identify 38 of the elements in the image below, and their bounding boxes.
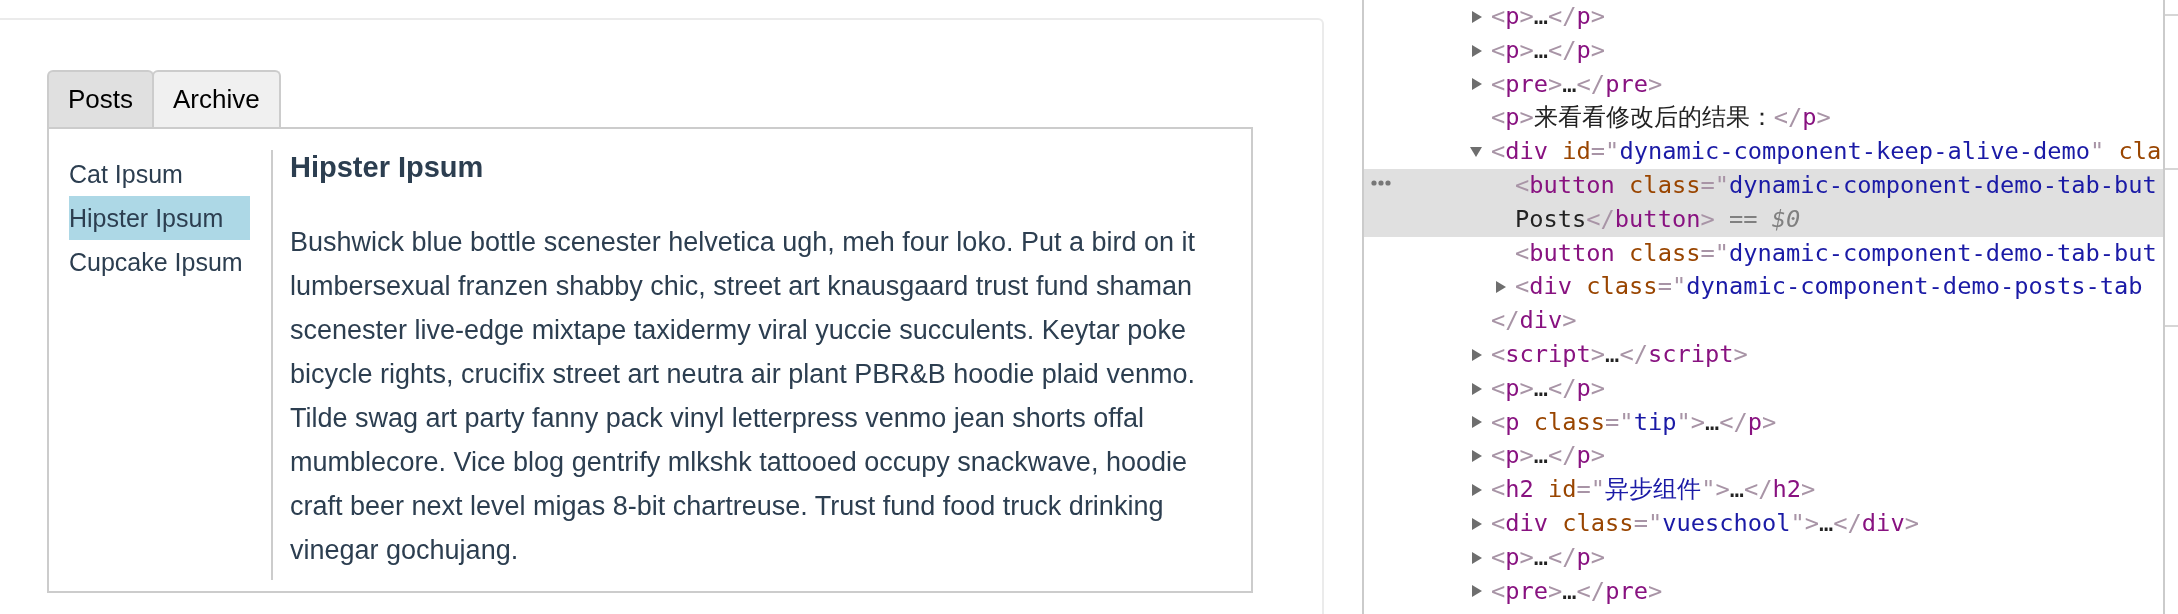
triangle-right-icon[interactable]	[1472, 10, 1482, 23]
dom-tree-node[interactable]: <div class="vueschool">…</div>	[1364, 506, 2163, 541]
more-dots-icon[interactable]	[1371, 180, 1391, 186]
triangle-right-icon[interactable]	[1472, 382, 1482, 395]
triangle-right-icon[interactable]	[1472, 517, 1482, 530]
triangle-right-icon[interactable]	[1472, 78, 1482, 91]
tab[interactable]: Archive	[152, 70, 281, 127]
post-title: Hipster Ipsum	[290, 150, 485, 185]
dom-tree-node[interactable]: <h2 id="异步组件">…</h2>	[1364, 473, 2163, 507]
dom-tree-node[interactable]: <button class="dynamic-component-demo-tab-but	[1364, 236, 2163, 271]
tab[interactable]: Posts	[47, 70, 155, 127]
post-list-item[interactable]: Cupcake Ipsum	[69, 240, 250, 284]
triangle-down-icon[interactable]	[1470, 147, 1482, 158]
dom-tree-node[interactable]: <p>…</p>	[1364, 33, 2163, 68]
triangle-right-icon[interactable]	[1472, 416, 1482, 429]
post-list-item[interactable]: Cat Ipsum	[69, 152, 250, 196]
dom-tree-node[interactable]: <p class="tip">…</p>	[1364, 405, 2163, 440]
dom-tree-node[interactable]: <div class="dynamic-component-demo-posts-tab	[1364, 270, 2163, 305]
triangle-right-icon[interactable]	[1472, 450, 1482, 463]
dom-tree-node[interactable]: <pre>…</pre>	[1364, 574, 2163, 609]
dom-tree-node[interactable]: <p>…</p>	[1364, 0, 2163, 34]
triangle-right-icon[interactable]	[1472, 551, 1482, 564]
closing-tag-line[interactable]: </div>	[1364, 304, 2163, 338]
triangle-right-icon[interactable]	[1472, 484, 1482, 497]
triangle-right-icon[interactable]	[1472, 585, 1482, 598]
dom-tree-node[interactable]: <button class="dynamic-component-demo-tab-but Posts</button> == $0	[1364, 169, 2163, 237]
dom-tree-node[interactable]: <pre>…</pre>	[1364, 67, 2163, 102]
triangle-right-icon[interactable]	[1472, 348, 1482, 361]
dom-tree-node[interactable]: <div id="dynamic-component-keep-alive-demo" cla	[1364, 135, 2163, 169]
dom-tree-node[interactable]: <script>…</script>	[1364, 337, 2163, 372]
dom-tree-node[interactable]: <p>…</p>	[1364, 371, 2163, 406]
triangle-right-icon[interactable]	[1472, 44, 1482, 57]
post-body: Bushwick blue bottle scenester helvetica ugh, meh four loko. Put a bird on it lumbersexual franzen shabby chic, street art knausgaard trust fund shaman scenester live-edge mixtape taxidermy viral yuccie succulents. Keytar poke bicycle rights, crucifix street art neutra air plant PBR&B hoodie plaid venmo. Tilde swag art party fanny pack vinyl letterpress venmo jean shorts offal mumblecore. Vice blog gentrify mlkshk tattooed occupy snackwave, hoodie craft beer next level migas 8-bit chartreuse. Trust fund food truck drinking vinegar gochujang.	[290, 226, 1196, 567]
dom-tree-node[interactable]: <p>…</p>	[1364, 540, 2163, 575]
post-list-item[interactable]: Hipster Ipsum	[69, 196, 250, 240]
dom-tree-node[interactable]: <p>来看看修改后的结果：</p>	[1364, 101, 2163, 136]
triangle-right-icon[interactable]	[1496, 281, 1506, 294]
dom-tree-node[interactable]: <p>…</p>	[1364, 439, 2163, 474]
